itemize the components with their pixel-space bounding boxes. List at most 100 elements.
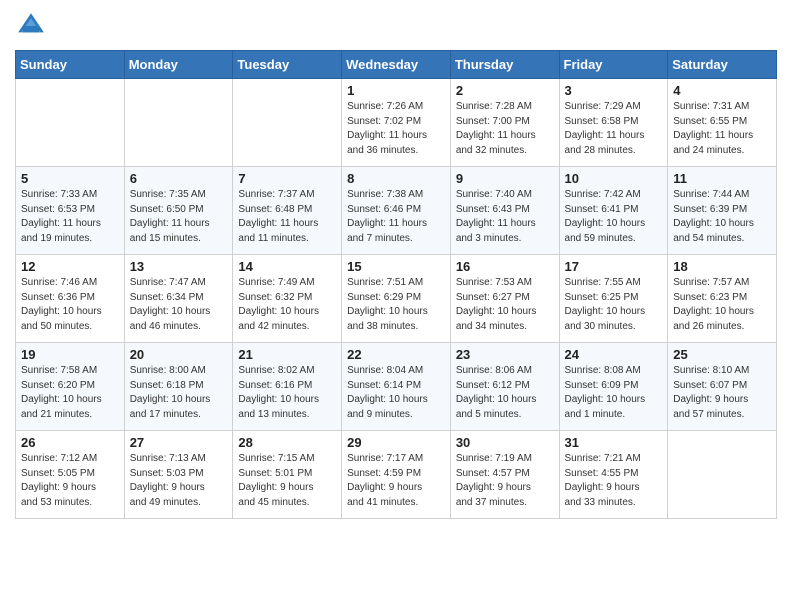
weekday-header-tuesday: Tuesday bbox=[233, 51, 342, 79]
weekday-header-monday: Monday bbox=[124, 51, 233, 79]
calendar-cell: 10 Sunrise: 7:42 AM Sunset: 6:41 PM Dayli… bbox=[559, 167, 668, 255]
logo-icon bbox=[15, 10, 47, 42]
calendar-cell: 31Sunrise: 7:21 AM Sunset: 4:55 PM Dayli… bbox=[559, 431, 668, 519]
calendar-cell: 30 Sunrise: 7:19 AM Sunset: 4:57 PM Dayli… bbox=[450, 431, 559, 519]
calendar-cell: 12 Sunrise: 7:46 AM Sunset: 6:36 PM Dayli… bbox=[16, 255, 125, 343]
day-detail: Sunrise: 7:58 AM Sunset: 6:20 PM Dayligh… bbox=[21, 364, 119, 422]
day-number: 23 bbox=[456, 347, 554, 362]
day-number: 31 bbox=[565, 435, 663, 450]
page: SundayMondayTuesdayWednesdayThursdayFrid… bbox=[0, 0, 792, 612]
day-number: 17 bbox=[565, 259, 663, 274]
calendar-cell: 4 Sunrise: 7:31 AM Sunset: 6:55 PM Daylig… bbox=[668, 79, 777, 167]
calendar-cell: 6 Sunrise: 7:35 AM Sunset: 6:50 PM Daylig… bbox=[124, 167, 233, 255]
calendar-cell: 9 Sunrise: 7:40 AM Sunset: 6:43 PM Daylig… bbox=[450, 167, 559, 255]
calendar-cell: 8 Sunrise: 7:38 AM Sunset: 6:46 PM Daylig… bbox=[342, 167, 451, 255]
calendar-cell: 20 Sunrise: 8:00 AM Sunset: 6:18 PM Dayli… bbox=[124, 343, 233, 431]
calendar-week-row: 1Sunrise: 7:26 AM Sunset: 7:02 PM Daylig… bbox=[16, 79, 777, 167]
calendar-cell: 15 Sunrise: 7:51 AM Sunset: 6:29 PM Dayli… bbox=[342, 255, 451, 343]
day-number: 5 bbox=[21, 171, 119, 186]
day-detail: Sunrise: 7:13 AM Sunset: 5:03 PM Dayligh… bbox=[130, 452, 228, 510]
day-number: 19 bbox=[21, 347, 119, 362]
weekday-header-saturday: Saturday bbox=[668, 51, 777, 79]
day-detail: Sunrise: 8:04 AM Sunset: 6:14 PM Dayligh… bbox=[347, 364, 445, 422]
day-detail: Sunrise: 7:31 AM Sunset: 6:55 PM Dayligh… bbox=[673, 100, 771, 158]
day-detail: Sunrise: 7:19 AM Sunset: 4:57 PM Dayligh… bbox=[456, 452, 554, 510]
day-number: 7 bbox=[238, 171, 336, 186]
weekday-header-row: SundayMondayTuesdayWednesdayThursdayFrid… bbox=[16, 51, 777, 79]
calendar-cell: 2Sunrise: 7:28 AM Sunset: 7:00 PM Daylig… bbox=[450, 79, 559, 167]
calendar-cell bbox=[668, 431, 777, 519]
day-detail: Sunrise: 7:55 AM Sunset: 6:25 PM Dayligh… bbox=[565, 276, 663, 334]
day-detail: Sunrise: 8:08 AM Sunset: 6:09 PM Dayligh… bbox=[565, 364, 663, 422]
day-number: 20 bbox=[130, 347, 228, 362]
day-detail: Sunrise: 7:51 AM Sunset: 6:29 PM Dayligh… bbox=[347, 276, 445, 334]
day-detail: Sunrise: 7:57 AM Sunset: 6:23 PM Dayligh… bbox=[673, 276, 771, 334]
calendar-week-row: 19 Sunrise: 7:58 AM Sunset: 6:20 PM Dayli… bbox=[16, 343, 777, 431]
day-detail: Sunrise: 7:49 AM Sunset: 6:32 PM Dayligh… bbox=[238, 276, 336, 334]
calendar-cell: 3Sunrise: 7:29 AM Sunset: 6:58 PM Daylig… bbox=[559, 79, 668, 167]
weekday-header-wednesday: Wednesday bbox=[342, 51, 451, 79]
day-number: 30 bbox=[456, 435, 554, 450]
day-number: 24 bbox=[565, 347, 663, 362]
calendar-cell: 29Sunrise: 7:17 AM Sunset: 4:59 PM Dayli… bbox=[342, 431, 451, 519]
day-number: 6 bbox=[130, 171, 228, 186]
calendar-week-row: 5 Sunrise: 7:33 AM Sunset: 6:53 PM Daylig… bbox=[16, 167, 777, 255]
calendar-cell: 1Sunrise: 7:26 AM Sunset: 7:02 PM Daylig… bbox=[342, 79, 451, 167]
calendar-cell: 24 Sunrise: 8:08 AM Sunset: 6:09 PM Dayli… bbox=[559, 343, 668, 431]
day-detail: Sunrise: 7:12 AM Sunset: 5:05 PM Dayligh… bbox=[21, 452, 119, 510]
day-detail: Sunrise: 7:26 AM Sunset: 7:02 PM Dayligh… bbox=[347, 100, 445, 158]
day-detail: Sunrise: 7:46 AM Sunset: 6:36 PM Dayligh… bbox=[21, 276, 119, 334]
day-number: 28 bbox=[238, 435, 336, 450]
day-detail: Sunrise: 7:17 AM Sunset: 4:59 PM Dayligh… bbox=[347, 452, 445, 510]
calendar-cell: 5 Sunrise: 7:33 AM Sunset: 6:53 PM Daylig… bbox=[16, 167, 125, 255]
calendar-cell: 14 Sunrise: 7:49 AM Sunset: 6:32 PM Dayli… bbox=[233, 255, 342, 343]
day-number: 16 bbox=[456, 259, 554, 274]
day-detail: Sunrise: 7:38 AM Sunset: 6:46 PM Dayligh… bbox=[347, 188, 445, 246]
day-number: 22 bbox=[347, 347, 445, 362]
day-number: 12 bbox=[21, 259, 119, 274]
calendar-cell bbox=[124, 79, 233, 167]
header bbox=[15, 10, 777, 42]
day-detail: Sunrise: 7:37 AM Sunset: 6:48 PM Dayligh… bbox=[238, 188, 336, 246]
day-detail: Sunrise: 7:40 AM Sunset: 6:43 PM Dayligh… bbox=[456, 188, 554, 246]
day-detail: Sunrise: 7:44 AM Sunset: 6:39 PM Dayligh… bbox=[673, 188, 771, 246]
day-number: 18 bbox=[673, 259, 771, 274]
calendar-cell: 23 Sunrise: 8:06 AM Sunset: 6:12 PM Dayli… bbox=[450, 343, 559, 431]
day-detail: Sunrise: 7:42 AM Sunset: 6:41 PM Dayligh… bbox=[565, 188, 663, 246]
calendar-cell: 27 Sunrise: 7:13 AM Sunset: 5:03 PM Dayli… bbox=[124, 431, 233, 519]
calendar-cell: 26Sunrise: 7:12 AM Sunset: 5:05 PM Dayli… bbox=[16, 431, 125, 519]
day-number: 8 bbox=[347, 171, 445, 186]
day-detail: Sunrise: 7:15 AM Sunset: 5:01 PM Dayligh… bbox=[238, 452, 336, 510]
day-number: 9 bbox=[456, 171, 554, 186]
day-detail: Sunrise: 8:06 AM Sunset: 6:12 PM Dayligh… bbox=[456, 364, 554, 422]
day-detail: Sunrise: 8:02 AM Sunset: 6:16 PM Dayligh… bbox=[238, 364, 336, 422]
calendar-cell: 21 Sunrise: 8:02 AM Sunset: 6:16 PM Dayli… bbox=[233, 343, 342, 431]
day-number: 13 bbox=[130, 259, 228, 274]
calendar-cell: 28 Sunrise: 7:15 AM Sunset: 5:01 PM Dayli… bbox=[233, 431, 342, 519]
day-detail: Sunrise: 8:10 AM Sunset: 6:07 PM Dayligh… bbox=[673, 364, 771, 422]
day-number: 2 bbox=[456, 83, 554, 98]
day-number: 10 bbox=[565, 171, 663, 186]
day-number: 27 bbox=[130, 435, 228, 450]
day-detail: Sunrise: 7:33 AM Sunset: 6:53 PM Dayligh… bbox=[21, 188, 119, 246]
weekday-header-friday: Friday bbox=[559, 51, 668, 79]
day-number: 4 bbox=[673, 83, 771, 98]
calendar-week-row: 26Sunrise: 7:12 AM Sunset: 5:05 PM Dayli… bbox=[16, 431, 777, 519]
day-number: 14 bbox=[238, 259, 336, 274]
calendar-cell: 7 Sunrise: 7:37 AM Sunset: 6:48 PM Daylig… bbox=[233, 167, 342, 255]
day-detail: Sunrise: 8:00 AM Sunset: 6:18 PM Dayligh… bbox=[130, 364, 228, 422]
day-number: 11 bbox=[673, 171, 771, 186]
calendar-cell: 11 Sunrise: 7:44 AM Sunset: 6:39 PM Dayli… bbox=[668, 167, 777, 255]
calendar-cell: 25Sunrise: 8:10 AM Sunset: 6:07 PM Dayli… bbox=[668, 343, 777, 431]
logo bbox=[15, 10, 51, 42]
calendar-cell: 17 Sunrise: 7:55 AM Sunset: 6:25 PM Dayli… bbox=[559, 255, 668, 343]
day-number: 21 bbox=[238, 347, 336, 362]
calendar-cell bbox=[233, 79, 342, 167]
day-number: 3 bbox=[565, 83, 663, 98]
calendar-week-row: 12 Sunrise: 7:46 AM Sunset: 6:36 PM Dayli… bbox=[16, 255, 777, 343]
calendar-cell: 13Sunrise: 7:47 AM Sunset: 6:34 PM Dayli… bbox=[124, 255, 233, 343]
day-number: 15 bbox=[347, 259, 445, 274]
calendar-cell bbox=[16, 79, 125, 167]
day-detail: Sunrise: 7:35 AM Sunset: 6:50 PM Dayligh… bbox=[130, 188, 228, 246]
calendar-cell: 19 Sunrise: 7:58 AM Sunset: 6:20 PM Dayli… bbox=[16, 343, 125, 431]
